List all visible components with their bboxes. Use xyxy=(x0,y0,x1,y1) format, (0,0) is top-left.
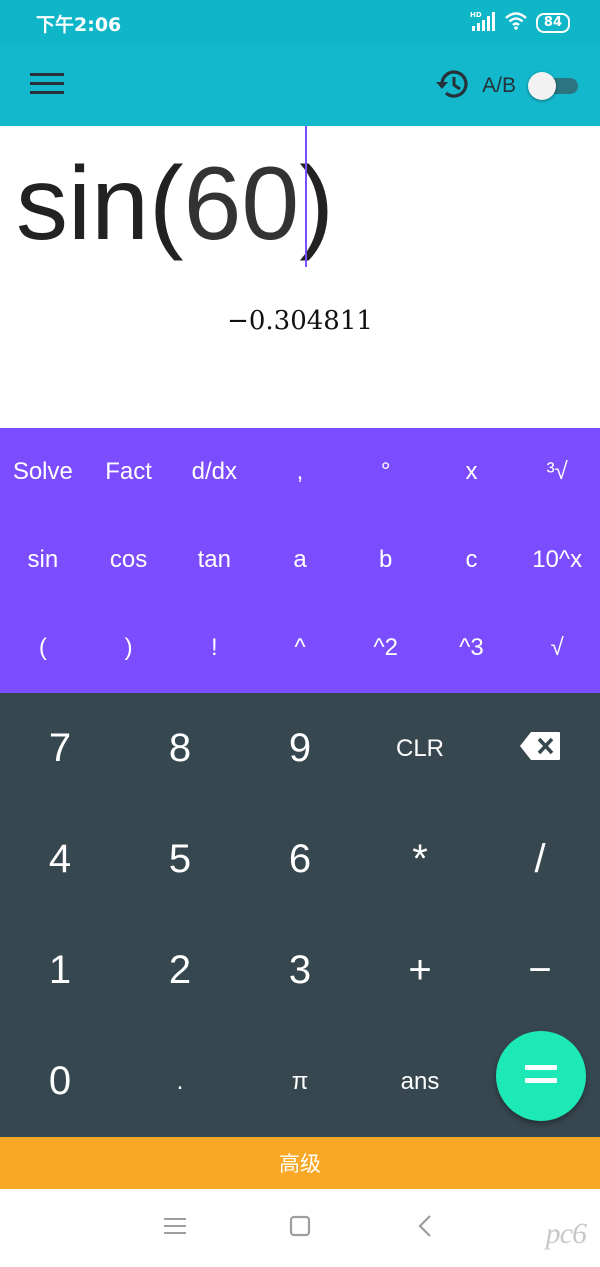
cos-key[interactable]: cos xyxy=(86,516,172,604)
result-value: −0.304811 xyxy=(227,306,373,336)
keypad-row-2: 4 5 6 * / xyxy=(0,804,600,915)
open-paren-key[interactable]: ( xyxy=(0,604,86,692)
cube-key[interactable]: ^3 xyxy=(429,604,515,692)
square-key[interactable]: ^2 xyxy=(343,604,429,692)
plus-key[interactable]: + xyxy=(360,915,480,1026)
variable-b-key[interactable]: b xyxy=(343,516,429,604)
tan-key[interactable]: tan xyxy=(171,516,257,604)
digit-2-key[interactable]: 2 xyxy=(120,915,240,1026)
minus-key[interactable]: − xyxy=(480,915,600,1026)
digit-7-key[interactable]: 7 xyxy=(0,693,120,804)
clear-key[interactable]: CLR xyxy=(360,693,480,804)
sin-key[interactable]: sin xyxy=(0,516,86,604)
digit-1-key[interactable]: 1 xyxy=(0,915,120,1026)
ans-key[interactable]: ans xyxy=(360,1026,480,1137)
recent-apps-button[interactable] xyxy=(113,1217,238,1239)
ab-mode-toggle[interactable] xyxy=(528,71,580,101)
display-area: sin(60) −0.304811 xyxy=(0,126,600,428)
keypad-row-3: 1 2 3 + − xyxy=(0,915,600,1026)
solve-key[interactable]: Solve xyxy=(0,428,86,516)
history-icon[interactable] xyxy=(434,67,470,105)
keypad-row-1: 7 8 9 CLR xyxy=(0,693,600,804)
backspace-key[interactable] xyxy=(480,693,600,804)
back-button[interactable] xyxy=(363,1214,488,1242)
fact-key[interactable]: Fact xyxy=(86,428,172,516)
multiply-key[interactable]: * xyxy=(360,804,480,915)
divide-key[interactable]: / xyxy=(480,804,600,915)
advanced-toggle-bar[interactable]: 高级 xyxy=(0,1137,600,1189)
status-time: 下午2:06 xyxy=(36,13,122,36)
equals-icon xyxy=(525,1063,557,1089)
watermark-text: pc6 xyxy=(545,1217,587,1250)
status-bar: 下午2:06 HD 84 xyxy=(0,0,600,46)
digit-3-key[interactable]: 3 xyxy=(240,915,360,1026)
wifi-icon xyxy=(504,11,528,35)
digit-0-key[interactable]: 0 xyxy=(0,1026,120,1137)
derivative-key[interactable]: d/dx xyxy=(171,428,257,516)
app-bar: A/B xyxy=(0,46,600,126)
expression-argument: 60 xyxy=(183,146,300,262)
variable-x-key[interactable]: x xyxy=(429,428,515,516)
battery-indicator: 84 xyxy=(535,13,570,33)
text-cursor xyxy=(305,126,307,267)
menu-lines-icon xyxy=(164,1217,186,1239)
signal-icon: HD xyxy=(470,10,496,36)
digit-8-key[interactable]: 8 xyxy=(120,693,240,804)
digit-5-key[interactable]: 5 xyxy=(120,804,240,915)
menu-icon[interactable] xyxy=(30,72,64,100)
square-icon xyxy=(289,1215,311,1241)
square-root-key[interactable]: √ xyxy=(514,604,600,692)
variable-a-key[interactable]: a xyxy=(257,516,343,604)
equals-button[interactable] xyxy=(496,1031,586,1121)
status-icons: HD 84 xyxy=(470,10,570,36)
function-keypad: Solve Fact d/dx , ° x ³√ sin cos tan a b… xyxy=(0,428,600,693)
function-row-3: ( ) ! ^ ^2 ^3 √ xyxy=(0,604,600,692)
pi-key[interactable]: π xyxy=(240,1026,360,1137)
ten-power-key[interactable]: 10^x xyxy=(514,516,600,604)
backspace-icon xyxy=(519,726,561,771)
factorial-key[interactable]: ! xyxy=(171,604,257,692)
decimal-point-key[interactable]: . xyxy=(120,1026,240,1137)
digit-9-key[interactable]: 9 xyxy=(240,693,360,804)
home-button[interactable] xyxy=(238,1215,363,1241)
expression-function: sin( xyxy=(16,146,184,262)
digit-4-key[interactable]: 4 xyxy=(0,804,120,915)
power-key[interactable]: ^ xyxy=(257,604,343,692)
hd-label: HD xyxy=(470,11,482,19)
ab-mode-label: A/B xyxy=(482,74,516,97)
toggle-thumb xyxy=(528,72,556,100)
comma-key[interactable]: , xyxy=(257,428,343,516)
expression-input[interactable]: sin(60) xyxy=(16,144,334,264)
variable-c-key[interactable]: c xyxy=(429,516,515,604)
function-row-1: Solve Fact d/dx , ° x ³√ xyxy=(0,428,600,516)
function-row-2: sin cos tan a b c 10^x xyxy=(0,516,600,604)
system-nav-bar: pc6 xyxy=(0,1189,600,1267)
appbar-actions: A/B xyxy=(434,67,580,105)
degree-key[interactable]: ° xyxy=(343,428,429,516)
cube-root-key[interactable]: ³√ xyxy=(514,428,600,516)
digit-6-key[interactable]: 6 xyxy=(240,804,360,915)
chevron-left-icon xyxy=(417,1214,433,1242)
close-paren-key[interactable]: ) xyxy=(86,604,172,692)
